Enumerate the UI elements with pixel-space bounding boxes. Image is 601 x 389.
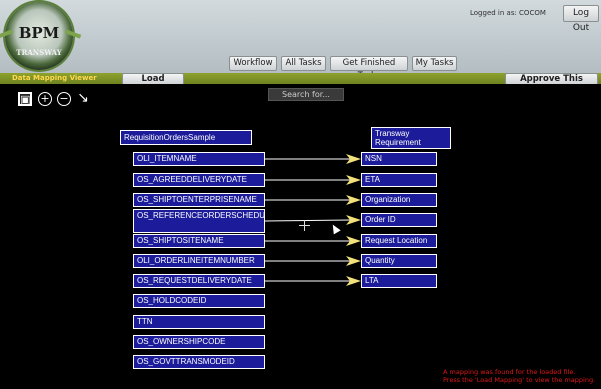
source-field-node[interactable]: OS_SHIPTOSITENAME [133,234,265,248]
target-field-node[interactable]: Order ID [361,213,437,227]
logged-in-label: Logged in as: COCOM [470,9,546,17]
status-message-line-2: Press the 'Load Mapping' to view the map… [443,376,596,384]
logo-ring-text: TRANSWAY [16,48,62,57]
bpm-logo: BPM TRANSWAY [0,2,82,70]
source-field-node[interactable]: OS_AGREEDDELIVERYDATE [133,173,265,187]
viewer-title: Data Mapping Viewer [12,74,97,82]
source-field-node[interactable]: OS_GOVTTRANSMODEID [133,355,265,369]
source-field-node[interactable]: OS_REFERENCEORDERSCHEDULENUM [133,209,265,233]
source-schema-title: RequisitionOrdersSample [120,130,252,145]
target-field-node[interactable]: Request Location [361,234,437,248]
tab-all-tasks[interactable]: All Tasks [281,56,326,71]
source-field-node[interactable]: OLI_ORDERLINEITEMNUMBER [133,254,265,268]
status-message: A mapping was found for the loaded file.… [443,368,595,384]
mapping-canvas[interactable]: ▣ + − ↘ Search for... RequisitionOrdersS… [0,84,601,389]
target-field-node[interactable]: LTA [361,274,437,288]
tab-my-tasks[interactable]: My Tasks [412,56,457,71]
tab-workflow[interactable]: Workflow [229,56,277,71]
app-header: BPM TRANSWAY Logged in as: COCOM Log Out… [0,0,601,81]
source-field-node[interactable]: OS_REQUESTDELIVERYDATE [133,274,265,288]
status-message-line-1: A mapping was found for the loaded file. [443,368,576,376]
source-field-node[interactable]: OLI_ITEMNAME [133,152,265,166]
target-field-node[interactable]: Quantity [361,254,437,268]
target-schema-title: Transway Requirement [371,127,451,149]
logo-text: BPM [18,24,60,42]
logout-button[interactable]: Log Out [563,5,599,33]
source-field-node[interactable]: OS_SHIPTOENTERPRISENAME [133,193,265,207]
source-field-node[interactable]: OS_OWNERSHIPCODE [133,335,265,349]
tab-get-finished-tasks[interactable]: Get Finished Tasks [330,56,408,81]
target-field-node[interactable]: NSN [361,152,437,166]
source-field-node[interactable]: OS_HOLDCODEID [133,294,265,308]
target-field-node[interactable]: Organization [361,193,437,207]
crosshair-icon [299,220,310,231]
source-field-node[interactable]: TTN [133,315,265,329]
target-field-node[interactable]: ETA [361,173,437,187]
mapping-arrows [264,154,361,286]
